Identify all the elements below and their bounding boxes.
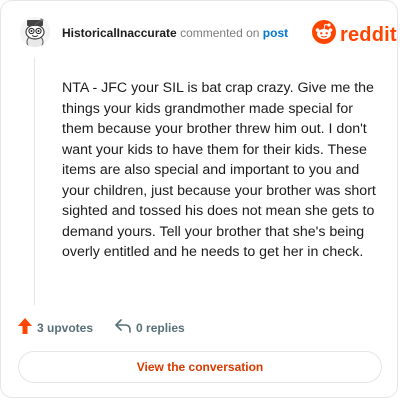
- view-conversation-button[interactable]: View the conversation: [18, 351, 382, 383]
- thread-line: [34, 57, 35, 305]
- reddit-wordmark: reddit: [340, 23, 397, 46]
- upvote-arrow-icon: [18, 318, 32, 337]
- comment-body: NTA - JFC your SIL is bat crap crazy. Gi…: [62, 80, 376, 260]
- reply-count: 0 replies: [136, 320, 185, 335]
- comment-header: HistoricalInaccurate commented on post: [62, 25, 288, 41]
- reddit-snoo-icon: [312, 20, 336, 49]
- comment-actions: 3 upvotes 0 replies: [18, 318, 185, 337]
- upvote-count: 3 upvotes: [37, 320, 94, 335]
- comment-card: HistoricalInaccurate commented on post r…: [0, 0, 398, 398]
- post-link[interactable]: post: [263, 26, 288, 40]
- reply-arrow-icon: [115, 319, 131, 336]
- reddit-brand[interactable]: reddit: [312, 20, 397, 49]
- username-link[interactable]: HistoricalInaccurate: [62, 26, 177, 40]
- upvote-button[interactable]: 3 upvotes: [18, 318, 93, 337]
- action-text: commented on: [180, 26, 260, 40]
- user-avatar-icon[interactable]: [20, 17, 50, 47]
- reply-button[interactable]: 0 replies: [115, 319, 185, 336]
